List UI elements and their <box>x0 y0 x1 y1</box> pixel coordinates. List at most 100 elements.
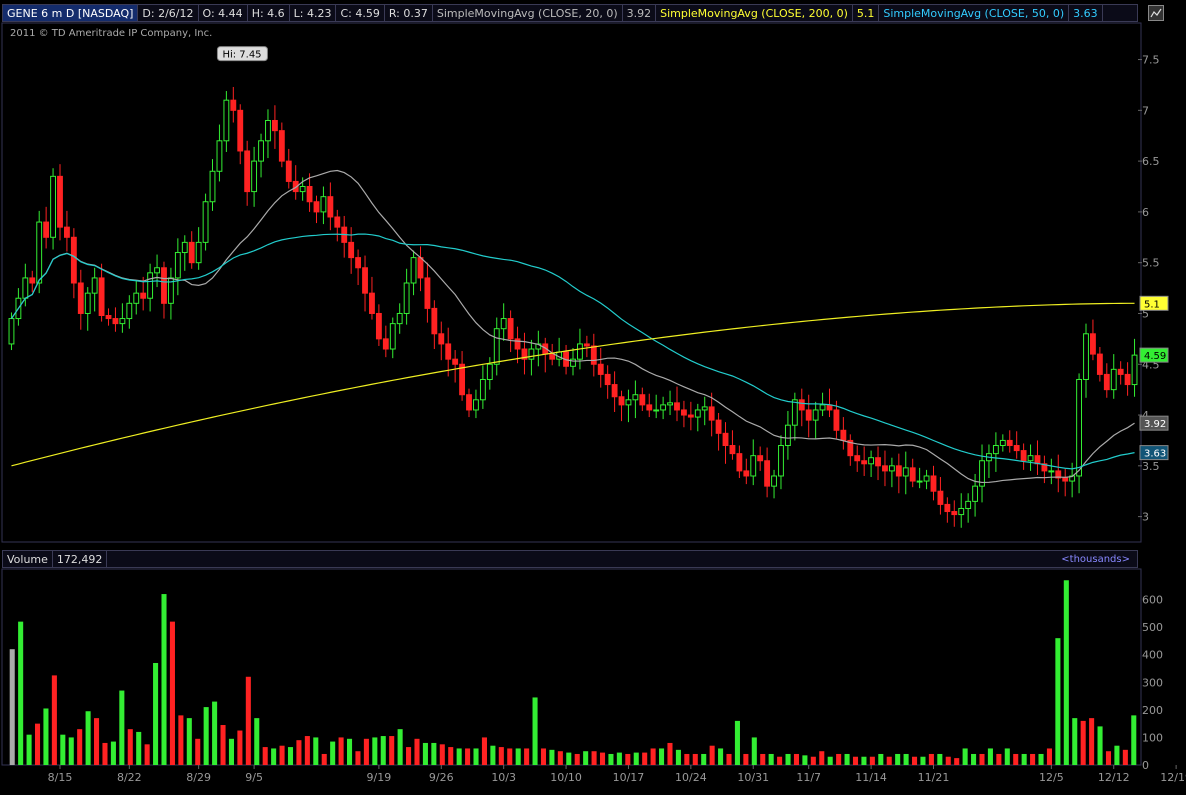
candle-body <box>327 196 334 218</box>
candle-body <box>202 201 209 243</box>
date-axis-label: 10/31 <box>737 771 769 784</box>
candle-body <box>798 399 805 411</box>
candle-body <box>112 318 119 325</box>
candle-body <box>972 485 979 502</box>
volume-bar <box>701 753 707 765</box>
candle-body <box>653 409 660 412</box>
volume-bar <box>566 752 572 765</box>
candle-body <box>625 399 632 406</box>
volume-bar <box>1122 749 1128 765</box>
volume-bar <box>414 738 420 765</box>
candle-body <box>708 406 715 421</box>
candle-body <box>479 378 486 401</box>
candle-body <box>271 119 278 132</box>
volume-axis-label: 200 <box>1142 704 1163 717</box>
candle-body <box>500 318 507 330</box>
candle-body <box>362 267 368 294</box>
candle-body <box>632 394 639 401</box>
volume-bar <box>920 756 926 765</box>
candle-body <box>459 363 466 396</box>
date-axis-label: 12/12 <box>1098 771 1130 784</box>
volume-bar <box>718 748 724 765</box>
candle-body <box>577 343 583 360</box>
candle-body <box>604 373 611 386</box>
volume-bar <box>1038 753 1044 765</box>
volume-bar <box>237 730 243 765</box>
volume-bar <box>389 736 395 765</box>
candle-body <box>29 277 36 284</box>
volume-bar <box>971 753 977 765</box>
candle-body <box>764 460 771 487</box>
volume-bar <box>1030 753 1036 765</box>
candle-body <box>701 406 708 411</box>
candle-body <box>660 404 667 411</box>
volume-bar <box>954 758 960 765</box>
volume-bar <box>102 742 108 765</box>
volume-bar <box>1080 720 1086 765</box>
volume-bar <box>650 748 656 765</box>
volume-bar <box>937 753 943 765</box>
volume-bar <box>852 756 859 765</box>
volume-axis-label: 400 <box>1142 649 1163 662</box>
candle-body <box>119 318 126 325</box>
volume-bar <box>903 753 909 765</box>
volume-bar <box>203 707 209 765</box>
volume-bar <box>515 748 521 765</box>
volume-bar <box>1013 753 1019 765</box>
volume-bar <box>1089 718 1095 765</box>
candle-body <box>715 419 722 434</box>
candle-body <box>493 328 500 365</box>
candle-body <box>278 130 285 162</box>
candle-body <box>965 500 972 509</box>
candle-body <box>105 315 112 320</box>
candle-body <box>126 302 133 320</box>
candle-body <box>1062 477 1069 482</box>
volume-bar <box>51 675 57 765</box>
volume-bar <box>330 741 336 765</box>
volume-bar <box>220 725 226 765</box>
volume-bar <box>380 736 386 765</box>
volume-bar <box>987 748 993 765</box>
candle-body <box>355 257 362 269</box>
candle-body <box>43 221 50 238</box>
volume-bar <box>127 729 133 765</box>
candle-body <box>209 170 216 203</box>
volume-bar <box>844 753 850 765</box>
candle-body <box>133 292 140 304</box>
volume-bar <box>608 753 614 765</box>
sma20-line <box>10 169 1135 484</box>
date-axis-label: 9/5 <box>245 771 263 784</box>
volume-bar <box>768 753 774 765</box>
candle-body <box>1096 353 1103 375</box>
volume-bar <box>1097 726 1103 765</box>
candle-body <box>583 343 590 347</box>
candle-body <box>667 402 673 406</box>
volume-bar <box>1114 745 1120 765</box>
candle-body <box>369 292 375 314</box>
volume-bar <box>802 755 808 765</box>
candle-body <box>618 396 625 406</box>
volume-bar <box>743 753 749 765</box>
candle-body <box>306 186 313 203</box>
candle-body <box>951 511 958 516</box>
date-axis-label: 10/3 <box>491 771 516 784</box>
candle-body <box>687 414 694 418</box>
volume-bar <box>85 711 91 765</box>
volume-bar <box>869 756 875 765</box>
candle-body <box>999 439 1006 447</box>
copyright-text: 2011 © TD Ameritrade IP Company, Inc. <box>10 28 212 39</box>
candle-body <box>784 424 791 447</box>
candle-body <box>230 99 237 111</box>
volume-bar <box>945 756 951 765</box>
volume-bar <box>1055 638 1061 765</box>
volume-bar <box>507 748 513 765</box>
volume-bar <box>1046 748 1052 765</box>
volume-bar <box>271 748 277 765</box>
candle-body <box>639 394 646 406</box>
sma50-price-badge-text: 3.63 <box>1144 449 1166 460</box>
price-volume-chart[interactable]: 2011 © TD Ameritrade IP Company, Inc. 3 3… <box>0 0 1186 795</box>
volume-bar <box>633 752 639 765</box>
volume-bar <box>1072 718 1078 765</box>
volume-bar <box>431 742 437 765</box>
volume-bar <box>979 753 985 765</box>
